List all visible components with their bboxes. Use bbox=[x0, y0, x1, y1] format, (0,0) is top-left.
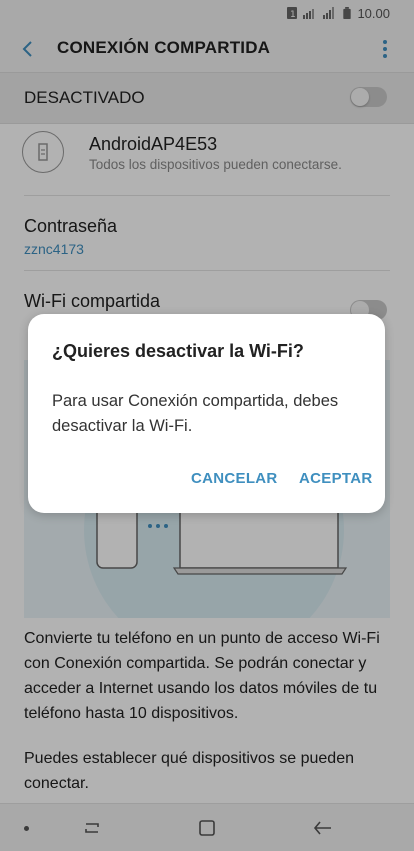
accept-button[interactable]: ACEPTAR bbox=[299, 470, 373, 487]
dialog-body: Para usar Conexión compartida, debes des… bbox=[52, 392, 339, 435]
cancel-button[interactable]: CANCELAR bbox=[191, 470, 278, 487]
dialog-title: ¿Quieres desactivar la Wi-Fi? bbox=[52, 341, 304, 361]
disable-wifi-dialog: ¿Quieres desactivar la Wi-Fi? Para usar … bbox=[28, 314, 385, 513]
